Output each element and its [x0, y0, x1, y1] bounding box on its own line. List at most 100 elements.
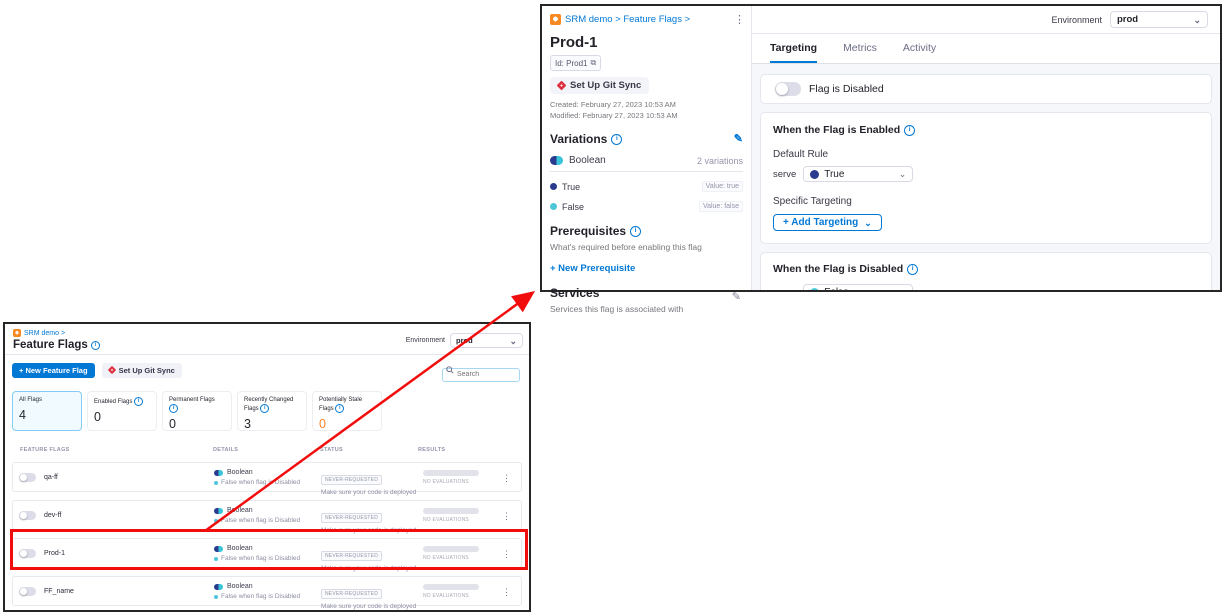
- stat-label: Permanent Flags: [169, 397, 215, 403]
- divider: [550, 171, 743, 172]
- kebab-menu-icon[interactable]: ⋮: [502, 511, 511, 521]
- flag-type: Boolean: [227, 469, 253, 476]
- column-header-feature-flags: FEATURE FLAGS: [20, 447, 70, 453]
- flag-enabled-toggle[interactable]: [775, 82, 801, 96]
- table-header: FEATURE FLAGS DETAILS STATUS RESULTS: [5, 447, 529, 454]
- flag-disabled-rules-card: When the Flag is Disabled i serve False …: [760, 252, 1212, 290]
- add-targeting-label: + Add Targeting: [783, 217, 858, 228]
- flag-toggle[interactable]: [19, 473, 36, 482]
- tab-metrics[interactable]: Metrics: [843, 42, 877, 63]
- info-icon[interactable]: i: [134, 397, 143, 406]
- environment-select[interactable]: prod ⌄: [450, 333, 523, 348]
- kebab-menu-icon[interactable]: ⋮: [502, 549, 511, 559]
- flag-toggle[interactable]: [19, 511, 36, 520]
- default-rule-label: Default Rule: [773, 149, 1199, 160]
- breadcrumb[interactable]: SRM demo >: [24, 330, 65, 337]
- page-title: Feature Flags: [13, 339, 88, 351]
- variation-name: False: [562, 202, 584, 212]
- info-icon[interactable]: i: [335, 404, 344, 413]
- edit-services-icon[interactable]: ✎: [732, 292, 741, 302]
- flag-type: Boolean: [227, 583, 253, 590]
- stat-card-recently-changed-flags[interactable]: Recently Changed Flags i 3: [237, 391, 307, 431]
- status-badge: NEVER-REQUESTED: [321, 475, 382, 485]
- modified-timestamp: Modified: February 27, 2023 10:53 AM: [550, 111, 743, 120]
- flag-toggle[interactable]: [19, 587, 36, 596]
- info-icon[interactable]: i: [91, 341, 100, 350]
- evaluations-bar: [423, 508, 479, 514]
- disabled-serve-select[interactable]: False ⌄: [803, 284, 913, 290]
- flag-name: Prod-1: [44, 550, 65, 557]
- stat-card-potentially-stale-flags[interactable]: Potentially Stale Flags i 0: [312, 391, 382, 431]
- serve-label: serve: [773, 169, 796, 180]
- status-cell: NEVER-REQUESTED Make sure your code is d…: [321, 506, 416, 534]
- false-variation-dot: [214, 557, 218, 561]
- serve-label: serve: [773, 287, 796, 291]
- results-text: NO EVALUATIONS: [423, 479, 479, 485]
- environment-label: Environment: [406, 337, 445, 344]
- new-prerequisite-button[interactable]: + New Prerequisite: [550, 263, 743, 274]
- info-icon[interactable]: i: [904, 125, 915, 136]
- stat-value: 4: [19, 408, 75, 422]
- boolean-type-icon: [214, 546, 223, 552]
- copy-icon[interactable]: ⧉: [590, 58, 596, 68]
- results-cell: NO EVALUATIONS: [423, 470, 479, 485]
- results-cell: NO EVALUATIONS: [423, 546, 479, 561]
- flag-state-label: Flag is Disabled: [809, 83, 884, 95]
- info-icon[interactable]: i: [169, 404, 178, 413]
- services-subtitle: Services this flag is associated with: [550, 304, 743, 314]
- kebab-menu-icon[interactable]: ⋮: [734, 15, 745, 25]
- tab-targeting[interactable]: Targeting: [770, 42, 817, 63]
- chevron-down-icon: ⌄: [1193, 16, 1201, 24]
- table-row-ff-name[interactable]: FF_name Boolean False when flag is Disab…: [12, 576, 522, 606]
- flag-state-card: Flag is Disabled: [760, 74, 1212, 104]
- variation-row-false: False Value: false: [550, 201, 743, 212]
- setup-git-sync-label: Set Up Git Sync: [119, 366, 175, 375]
- column-header-status: STATUS: [320, 447, 343, 453]
- status-text: Make sure your code is deployed: [321, 489, 416, 496]
- kebab-menu-icon[interactable]: ⋮: [502, 587, 511, 597]
- flag-toggle[interactable]: [19, 549, 36, 558]
- status-badge: NEVER-REQUESTED: [321, 551, 382, 561]
- flag-name: dev-ff: [44, 512, 61, 519]
- search-icon: [446, 366, 454, 374]
- stat-card-permanent-flags[interactable]: Permanent Flags i 0: [162, 391, 232, 431]
- breadcrumb[interactable]: SRM demo > Feature Flags >: [565, 14, 690, 25]
- info-icon[interactable]: i: [630, 226, 641, 237]
- setup-git-sync-button[interactable]: Set Up Git Sync: [550, 77, 649, 94]
- environment-label: Environment: [1051, 15, 1102, 25]
- add-targeting-button[interactable]: + Add Targeting ⌄: [773, 214, 882, 231]
- tab-activity[interactable]: Activity: [903, 42, 936, 63]
- new-feature-flag-button[interactable]: + New Feature Flag: [12, 363, 95, 378]
- stat-label: All Flags: [19, 397, 75, 404]
- flag-enabled-rules-card: When the Flag is Enabled i Default Rule …: [760, 112, 1212, 244]
- kebab-menu-icon[interactable]: ⋮: [502, 473, 511, 483]
- variation-value: Value: true: [702, 181, 743, 192]
- results-text: NO EVALUATIONS: [423, 517, 479, 523]
- variation-name: True: [562, 182, 580, 192]
- stat-card-enabled-flags[interactable]: Enabled Flags i 0: [87, 391, 157, 431]
- stat-card-all-flags[interactable]: All Flags 4: [12, 391, 82, 431]
- edit-variations-icon[interactable]: ✎: [734, 134, 743, 144]
- table-row-qa-ff[interactable]: qa-ff Boolean False when flag is Disable…: [12, 462, 522, 492]
- git-sync-icon: [107, 366, 115, 374]
- flag-type: Boolean: [227, 545, 253, 552]
- false-variation-dot: [214, 595, 218, 599]
- table-row-dev-ff[interactable]: dev-ff Boolean False when flag is Disabl…: [12, 500, 522, 530]
- variation-row-true: True Value: true: [550, 181, 743, 192]
- flag-name: qa-ff: [44, 474, 58, 481]
- prerequisites-heading: Prerequisites: [550, 224, 626, 238]
- detail-tabs: Targeting Metrics Activity: [752, 34, 1220, 64]
- results-text: NO EVALUATIONS: [423, 555, 479, 561]
- false-variation-dot: [214, 519, 218, 523]
- environment-select[interactable]: prod ⌄: [1110, 11, 1208, 28]
- chevron-down-icon: ⌄: [864, 219, 872, 227]
- chevron-down-icon: ⌄: [509, 337, 517, 345]
- default-rule-serve-select[interactable]: True ⌄: [803, 166, 913, 182]
- setup-git-sync-button[interactable]: Set Up Git Sync: [102, 363, 182, 378]
- environment-value: prod: [456, 336, 473, 345]
- info-icon[interactable]: i: [260, 404, 269, 413]
- info-icon[interactable]: i: [907, 264, 918, 275]
- info-icon[interactable]: i: [611, 134, 622, 145]
- flag-detail-text: False when flag is Disabled: [221, 517, 300, 524]
- table-row-prod-1[interactable]: Prod-1 Boolean False when flag is Disabl…: [12, 538, 522, 568]
